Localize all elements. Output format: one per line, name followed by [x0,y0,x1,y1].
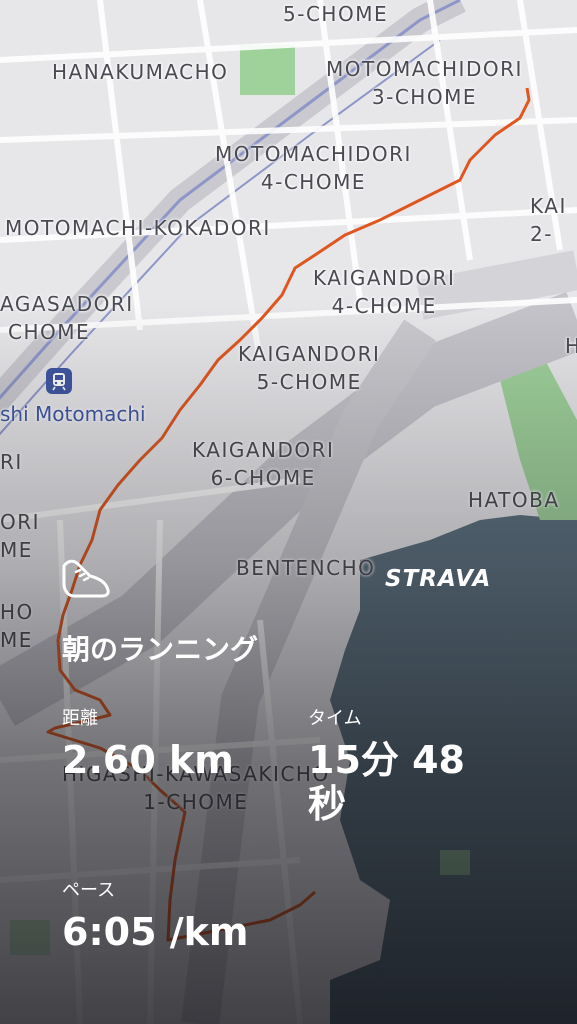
distance-value: 2.60 km [62,738,234,782]
activity-title: 朝のランニング [62,633,259,666]
distance-label: 距離 [62,708,98,729]
map-label: KAIGANDORI 4-CHOME [313,266,456,318]
map-label: MOTOMACHIDORI 4-CHOME [215,142,412,194]
map-label: RI [0,450,23,474]
time-label: タイム [308,708,362,729]
map-label: HO ME [0,600,34,652]
activity-share-card: 5-CHOME HANAKUMACHO MOTOMACHIDORI 3-CHOME… [0,0,577,1024]
map-label: BENTENCHO [236,556,376,580]
time-value: 15分 48 秒 [308,738,465,826]
map-label: AGASADORI CHOME [0,292,134,344]
map-label: KAI 2- [530,194,567,246]
pace-value: 6:05 /km [62,910,249,954]
map-label: H [565,334,577,358]
map-label: MOTOMACHIDORI 3-CHOME [326,57,523,109]
pace-label: ペース [62,880,116,901]
map-label: KAIGANDORI 5-CHOME [238,342,381,394]
map-label: HATOBA [468,488,560,512]
map-label: ORI ME [0,510,41,562]
train-station-icon [46,368,72,394]
map-label: 5-CHOME [283,2,389,26]
running-shoe-icon [60,556,112,602]
map-label: KAIGANDORI 6-CHOME [192,438,335,490]
map-label: MOTOMACHI-KOKADORI [5,216,271,240]
strava-logo: STRAVA [385,566,492,592]
map-label: HANAKUMACHO [52,60,229,84]
station-label: shi Motomachi [0,402,146,426]
